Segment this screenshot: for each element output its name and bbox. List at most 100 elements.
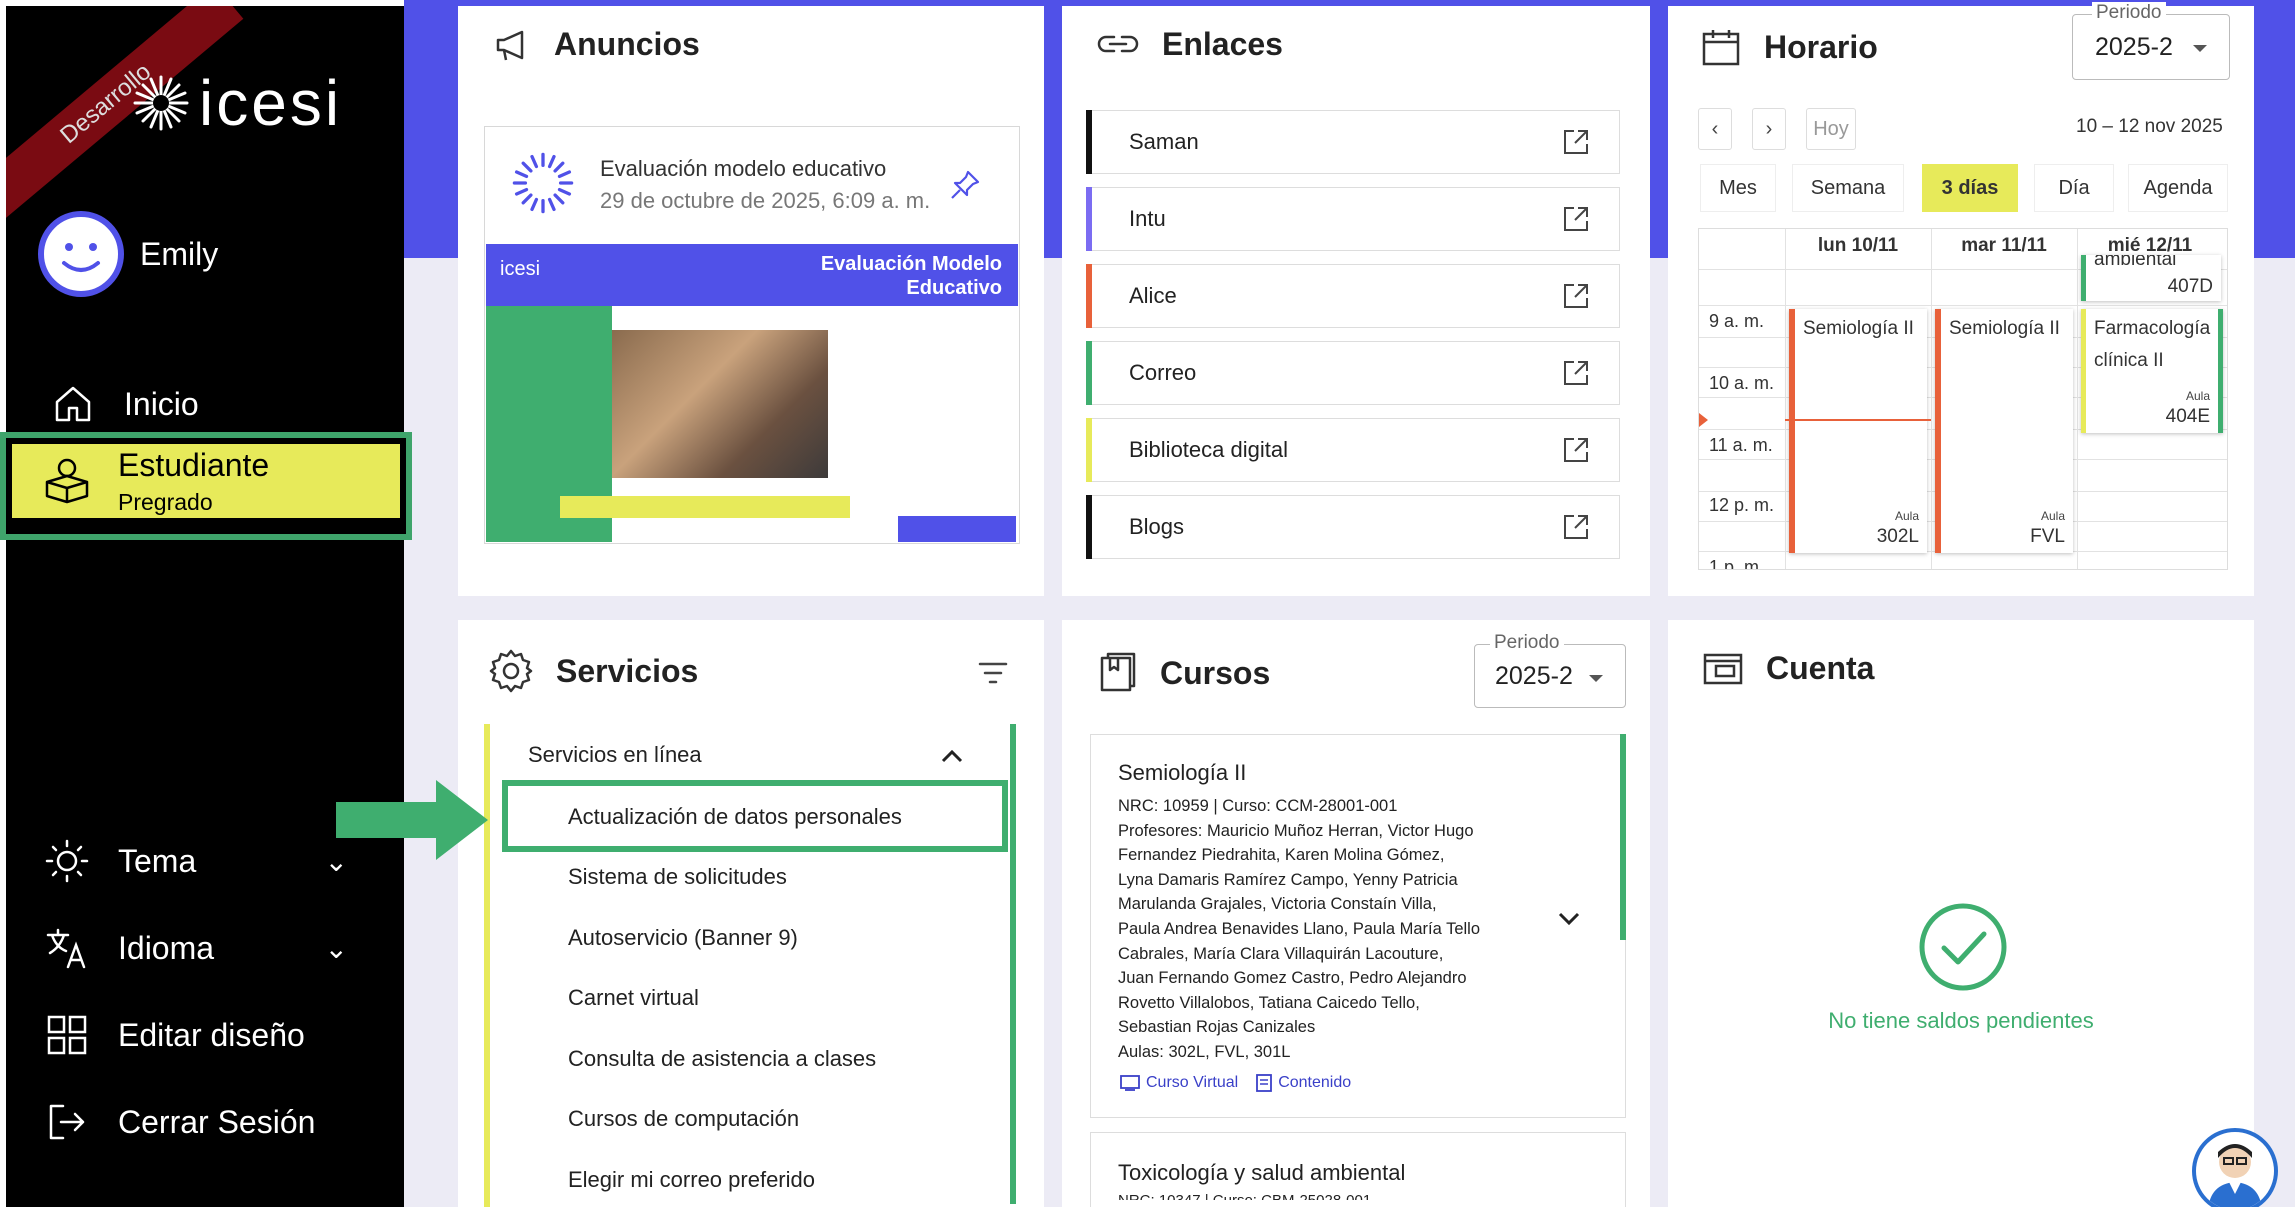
course-name: Semiología II	[1118, 760, 1247, 785]
hour-label: 10 a. m.	[1709, 373, 1775, 393]
nav-cerrar-label: Cerrar Sesión	[118, 1103, 316, 1140]
student-icon	[42, 456, 92, 506]
calendar-event[interactable]: Semiología II Aula 302L	[1789, 309, 1927, 553]
course-detail-line: Lyna Damaris Ramírez Campo, Yenny Patric…	[1118, 870, 1458, 889]
horario-header: Horario	[1700, 26, 1878, 68]
service-item[interactable]: Autoservicio (Banner 9)	[568, 925, 798, 951]
assistant-face-icon	[2208, 1144, 2262, 1207]
translate-icon	[44, 925, 90, 971]
service-item[interactable]: Cursos de computación	[568, 1106, 799, 1132]
filter-icon[interactable]	[978, 660, 1008, 686]
today-button[interactable]: Hoy	[1806, 108, 1856, 150]
view-semana-button[interactable]: Semana	[1792, 164, 1904, 212]
nav-inicio[interactable]: Inicio	[50, 381, 199, 427]
link-blogs[interactable]: Blogs	[1086, 495, 1620, 559]
calendar-event[interactable]: Semiología II Aula FVL	[1935, 309, 2073, 553]
banner-header: icesi Evaluación Modelo Educativo	[486, 244, 1018, 306]
hour-label: 12 p. m.	[1709, 495, 1775, 515]
nav-tema-label: Tema	[118, 842, 197, 879]
anuncios-header: Anuncios	[492, 24, 700, 64]
announcement-title[interactable]: Evaluación modelo educativo	[600, 156, 886, 182]
calendar-event[interactable]: Farmacología clínica II Aula 404E	[2081, 309, 2223, 433]
link-color-bar	[1086, 341, 1092, 405]
external-link-icon[interactable]	[1561, 281, 1591, 317]
course-detail-line: Juan Fernando Gomez Castro, Pedro Alejan…	[1118, 969, 1467, 988]
external-link-icon[interactable]	[1561, 512, 1591, 548]
link-intu[interactable]: Intu	[1086, 187, 1620, 251]
wallet-icon	[1703, 653, 1743, 684]
service-item[interactable]: Consulta de asistencia a clases	[568, 1046, 876, 1072]
event-room: 407D	[2167, 276, 2213, 297]
servicios-header: Servicios	[488, 648, 698, 694]
external-link-icon[interactable]	[1561, 435, 1591, 471]
announcement-date: 29 de octubre de 2025, 6:09 a. m.	[600, 188, 931, 213]
servicios-group-header[interactable]: Servicios en línea	[528, 742, 702, 768]
contenido-label: Contenido	[1278, 1074, 1352, 1091]
calendar-icon	[1702, 30, 1740, 66]
servicios-scrollbar[interactable]	[1010, 724, 1016, 1204]
event-aula-label: Aula	[2185, 389, 2210, 403]
course-detail-line: Cabrales, María Clara Villaquirán Lacout…	[1118, 944, 1444, 963]
dropdown-caret-icon	[1589, 675, 1603, 682]
nav-idioma[interactable]: Idioma ⌄	[44, 925, 400, 971]
banner-photo	[612, 330, 828, 478]
external-link-icon[interactable]	[1561, 127, 1591, 163]
periodo-label: Periodo	[1490, 632, 1564, 654]
external-link-icon[interactable]	[1561, 204, 1591, 240]
banner-yellow-strip	[560, 496, 850, 518]
cuenta-title: Cuenta	[1766, 650, 1875, 686]
service-item[interactable]: Elegir mi correo preferido	[568, 1167, 815, 1193]
monitor-icon	[1120, 1075, 1140, 1091]
cursos-title: Cursos	[1160, 654, 1271, 691]
periodo-value: 2025-2	[2095, 32, 2173, 61]
view-3dias-button[interactable]: 3 días	[1922, 164, 2018, 212]
grid-line	[1785, 229, 1786, 569]
service-item[interactable]: Sistema de solicitudes	[568, 864, 787, 890]
curso-virtual-link[interactable]: Curso Virtual	[1120, 1074, 1238, 1092]
link-chain-icon	[1097, 35, 1139, 53]
icesi-logo[interactable]: icesi	[131, 66, 342, 140]
event-name-line1: Farmacología	[2094, 318, 2211, 339]
cursos-header: Cursos	[1098, 652, 1270, 694]
external-link-icon[interactable]	[1561, 358, 1591, 394]
nav-estudiante[interactable]: Estudiante Pregrado	[0, 432, 412, 540]
day-header: lun 10/11	[1817, 235, 1899, 256]
course-detail-line: NRC: 10347 | Curso: CBM-25028-001	[1118, 1192, 1371, 1200]
grid-line	[1699, 305, 2227, 306]
event-aula-label: Aula	[2040, 509, 2065, 523]
view-dia-button[interactable]: Día	[2034, 164, 2114, 212]
document-icon	[1256, 1074, 1273, 1092]
service-item[interactable]: Carnet virtual	[568, 985, 699, 1011]
calendar-event[interactable]: ambiental 407D	[2081, 255, 2221, 301]
course-detail-line: Marulanda Grajales, Victoria Constaín Vi…	[1118, 895, 1437, 914]
banner-logo: icesi	[500, 258, 541, 280]
link-color-bar	[1086, 264, 1092, 328]
link-color-bar	[1086, 418, 1092, 482]
hour-label: 11 a. m.	[1709, 435, 1773, 455]
link-saman[interactable]: Saman	[1086, 110, 1620, 174]
link-label: Biblioteca digital	[1129, 437, 1288, 462]
pin-icon[interactable]	[948, 168, 982, 202]
nav-inicio-label: Inicio	[124, 385, 199, 422]
course-links: Curso Virtual Contenido	[1120, 1074, 1351, 1092]
contenido-link[interactable]: Contenido	[1256, 1074, 1351, 1092]
home-icon	[50, 381, 96, 427]
nav-idioma-label: Idioma	[118, 929, 215, 966]
prev-button[interactable]: ‹	[1698, 108, 1732, 150]
nav-cerrar-sesion[interactable]: Cerrar Sesión	[44, 1099, 315, 1145]
chevron-down-icon[interactable]: ⌄	[325, 932, 348, 965]
assistant-avatar-button[interactable]	[2192, 1128, 2278, 1207]
user-avatar[interactable]	[38, 211, 124, 297]
chevron-down-icon[interactable]	[1556, 910, 1582, 928]
nav-editar-diseno[interactable]: Editar diseño	[44, 1012, 305, 1058]
view-mes-button[interactable]: Mes	[1700, 164, 1776, 212]
link-alice[interactable]: Alice	[1086, 264, 1620, 328]
course-name: Toxicología y salud ambiental	[1118, 1160, 1406, 1185]
link-biblioteca-digital[interactable]: Biblioteca digital	[1086, 418, 1620, 482]
link-correo[interactable]: Correo	[1086, 341, 1620, 405]
chevron-up-icon[interactable]	[940, 748, 964, 764]
current-time-line	[1785, 419, 1931, 421]
next-button[interactable]: ›	[1752, 108, 1786, 150]
view-agenda-button[interactable]: Agenda	[2128, 164, 2228, 212]
course-scrollbar[interactable]	[1620, 734, 1626, 940]
